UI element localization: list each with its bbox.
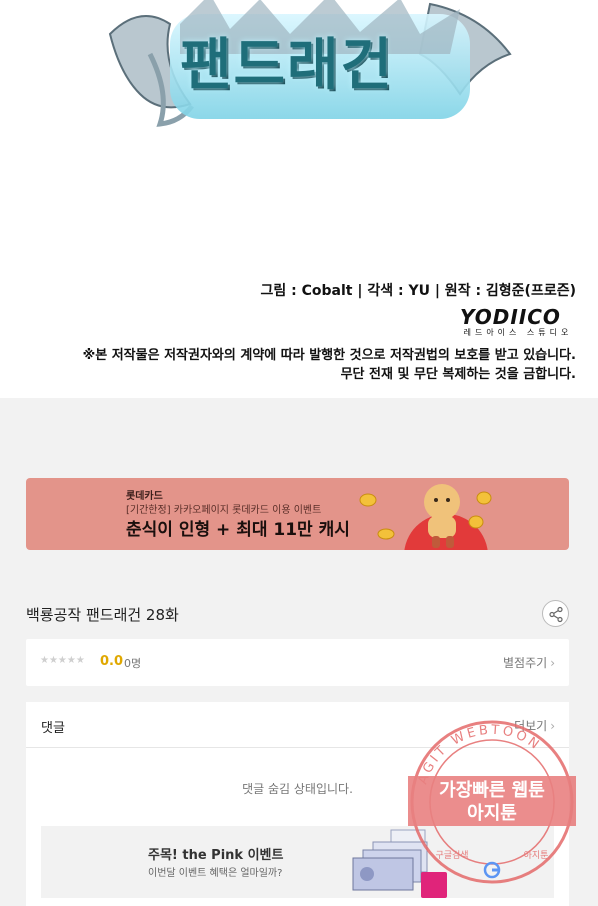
episode-title: 백룡공작 팬드래건 28화 bbox=[26, 606, 179, 624]
ad-brand: 롯데카드 bbox=[126, 491, 163, 502]
copyright-notice-line2: 무단 전재 및 무단 복제하는 것을 금합니다. bbox=[340, 367, 576, 382]
rating-card: ★★★★★ 0.0 0명 별점주기 › bbox=[26, 639, 569, 686]
share-icon bbox=[549, 606, 563, 623]
comic-title-text: 팬드래건 bbox=[180, 33, 395, 98]
copyright-notice-line1: ※본 저작물은 저작권자와의 계약에 따라 발행한 것으로 저작권법의 보호를 … bbox=[82, 348, 576, 363]
webtoon-panel: 팬드래건 그림 : Cobalt | 각색 : YU | 원작 : 김형준(프로… bbox=[0, 0, 598, 398]
copyright-notice: ※본 저작물은 저작권자와의 계약에 따라 발행한 것으로 저작권법의 보호를 … bbox=[83, 346, 576, 384]
comments-title: 댓글 bbox=[41, 721, 65, 736]
rating-value: 0.0 bbox=[100, 654, 124, 669]
watermark-bottom-left: 구글검색 bbox=[435, 849, 468, 861]
rate-button[interactable]: 별점주기 › bbox=[503, 654, 555, 671]
lotte-card-ad-banner[interactable]: 롯데카드 [기간한정] 카카오페이지 롯데카드 이용 이벤트 춘식이 인형 + … bbox=[26, 478, 569, 550]
choonsik-character-art bbox=[359, 484, 492, 550]
chevron-right-icon: › bbox=[550, 656, 555, 670]
google-g-icon bbox=[483, 861, 501, 879]
watermark-bottom-right: 아지툰 bbox=[524, 850, 549, 861]
agit-webtoon-watermark: AGIT WEBTOON 가장빠른 웹툰 아지툰 구글검색 아지툰 bbox=[408, 720, 576, 884]
studio-logo-text: YODIICO bbox=[460, 305, 561, 329]
event-subtitle: 이번달 이벤트 혜택은 얼마일까? bbox=[148, 868, 283, 879]
watermark-main-line2: 아지툰 bbox=[467, 803, 517, 824]
event-title: 주목! the Pink 이벤트 bbox=[148, 848, 284, 863]
rate-button-label: 별점주기 bbox=[503, 656, 548, 670]
watermark-main-line1: 가장빠른 웹툰 bbox=[439, 780, 545, 801]
studio-logo-subtitle: 레드아이스 스튜디오 bbox=[463, 328, 573, 337]
credits-line: 그림 : Cobalt | 각색 : YU | 원작 : 김형준(프로즌) bbox=[260, 283, 576, 299]
rating-stars: ★★★★★ bbox=[40, 655, 85, 666]
ad-subtitle: [기간한정] 카카오페이지 롯데카드 이용 이벤트 bbox=[126, 505, 322, 516]
studio-logo: YODIICO 레드아이스 스튜디오 bbox=[460, 305, 576, 341]
ad-headline: 춘식이 인형 + 최대 11만 캐시 bbox=[126, 520, 350, 540]
share-button[interactable] bbox=[542, 600, 569, 627]
rating-count: 0명 bbox=[124, 657, 142, 670]
